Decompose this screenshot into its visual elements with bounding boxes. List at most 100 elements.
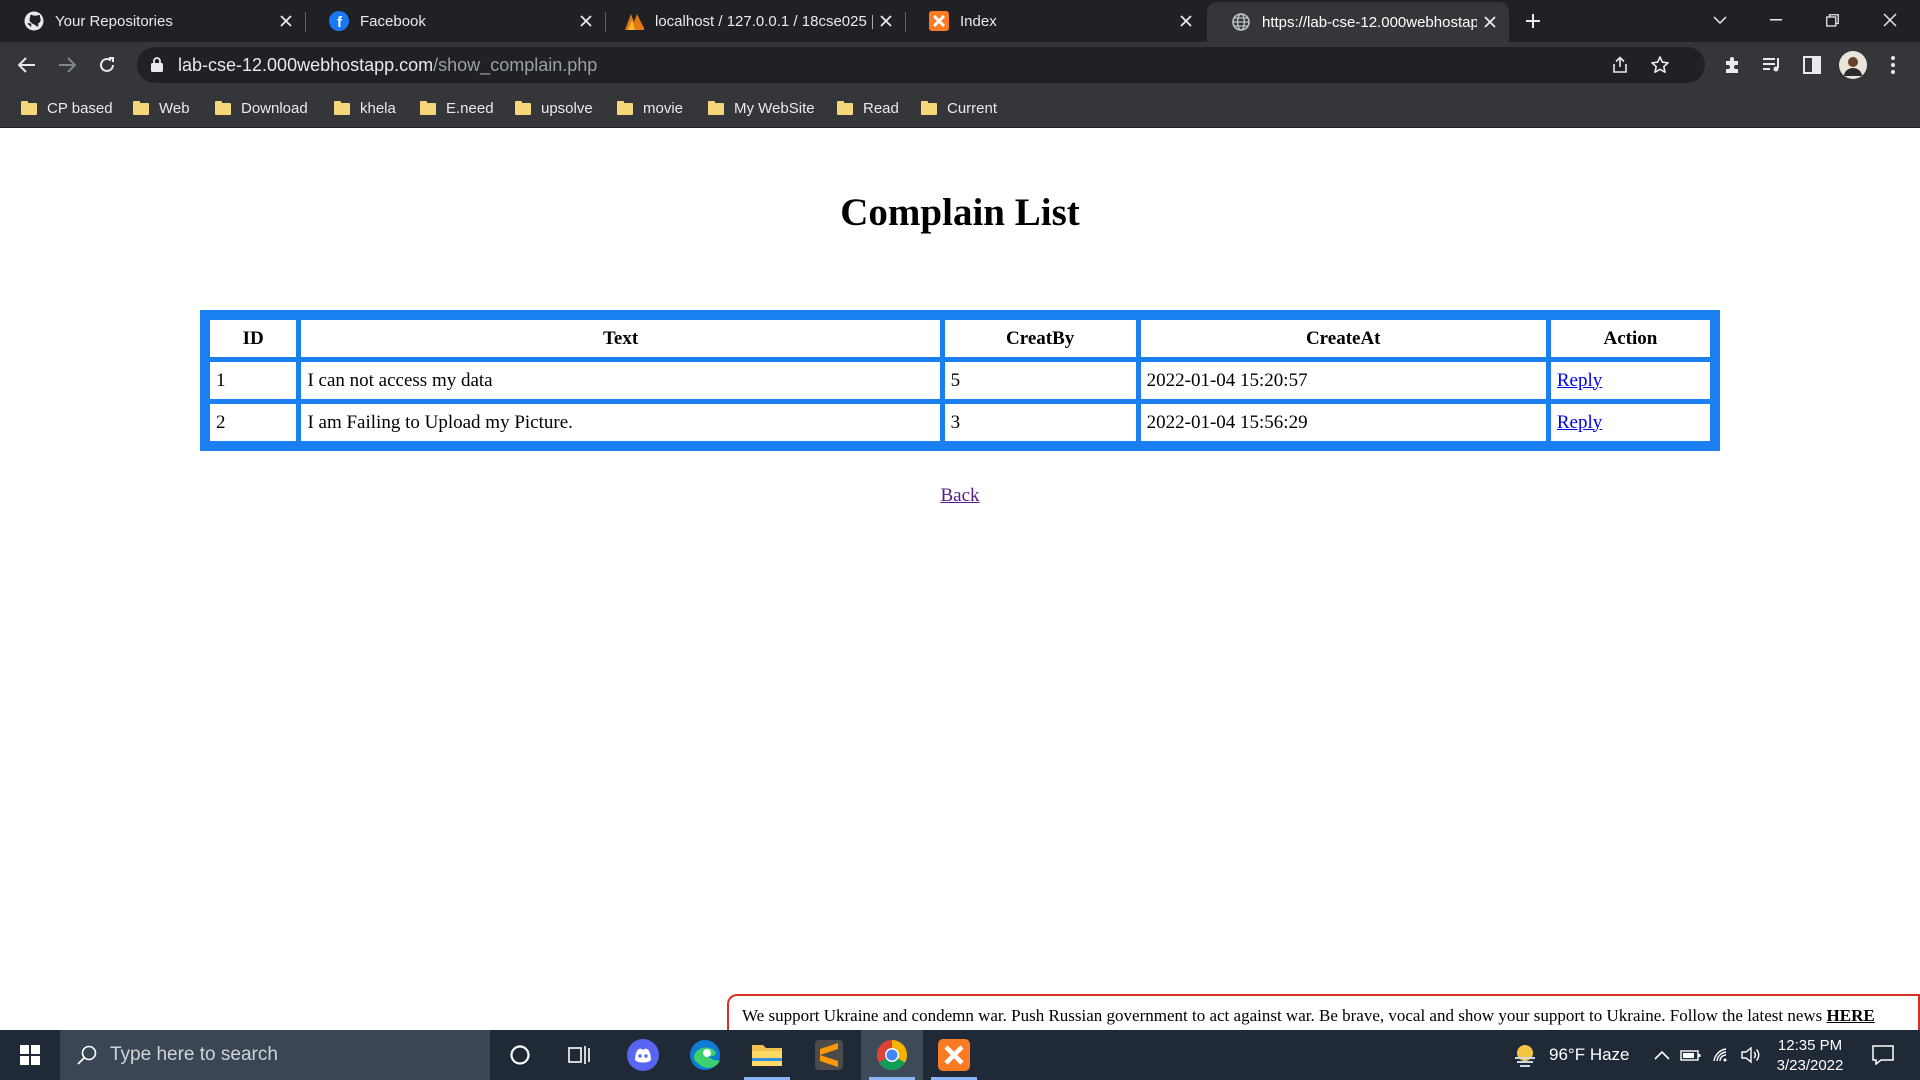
wifi-icon[interactable] — [1712, 1047, 1732, 1063]
address-bar[interactable]: lab-cse-12.000webhostapp.com/show_compla… — [137, 47, 1705, 83]
phpmyadmin-icon — [624, 11, 644, 31]
file-explorer-app[interactable] — [736, 1030, 798, 1080]
taskbar-clock[interactable]: 12:35 PM 3/23/2022 — [1764, 1036, 1856, 1076]
url-path: /show_complain.php — [433, 55, 598, 75]
avatar[interactable] — [1836, 48, 1870, 82]
battery-icon[interactable] — [1680, 1048, 1702, 1062]
cell-create-at: 2022-01-04 15:56:29 — [1140, 404, 1546, 441]
page-content: Complain List ID Text CreatBy CreateAt A… — [0, 128, 1920, 1030]
sublime-text-icon — [815, 1040, 843, 1070]
weather-widget[interactable]: 96°F Haze — [1512, 1030, 1630, 1080]
taskbar-search-box[interactable]: Type here to search — [60, 1030, 490, 1080]
reload-button[interactable] — [90, 48, 124, 82]
cell-creat-by: 5 — [944, 362, 1136, 399]
close-icon[interactable] — [273, 8, 299, 34]
bookmark-label: CP based — [47, 99, 113, 117]
column-header-id: ID — [210, 320, 297, 357]
close-icon[interactable] — [873, 8, 899, 34]
restore-button[interactable] — [1804, 0, 1860, 40]
close-icon[interactable] — [573, 8, 599, 34]
share-icon[interactable] — [1603, 48, 1637, 82]
bookmark-current[interactable]: Current — [921, 95, 997, 121]
tab-facebook[interactable]: f Facebook — [305, 0, 605, 42]
tab-title: https://lab-cse-12.000webhostapp.com — [1262, 13, 1477, 31]
clock-date: 3/23/2022 — [1776, 1057, 1844, 1074]
close-window-button[interactable] — [1862, 0, 1918, 40]
extensions-icon[interactable] — [1715, 48, 1749, 82]
system-tray — [1654, 1030, 1762, 1080]
lock-icon[interactable] — [151, 57, 163, 77]
tab-index[interactable]: Index — [905, 0, 1205, 42]
arrow-right-icon — [59, 57, 76, 73]
taskbar-search-placeholder: Type here to search — [110, 1044, 278, 1065]
restore-icon — [1825, 13, 1839, 27]
tab-search-button[interactable] — [1692, 0, 1748, 40]
new-tab-button[interactable] — [1518, 6, 1548, 36]
column-header-creat-by: CreatBy — [944, 320, 1136, 357]
bookmark-web[interactable]: Web — [133, 95, 190, 121]
folder-icon — [708, 101, 724, 115]
bookmark-cp-based[interactable]: CP based — [21, 95, 113, 121]
side-panel-icon[interactable] — [1795, 48, 1829, 82]
column-header-create-at: CreateAt — [1140, 320, 1546, 357]
volume-icon[interactable] — [1740, 1046, 1762, 1064]
bookmark-eneed[interactable]: E.need — [420, 95, 494, 121]
forward-button[interactable] — [50, 48, 84, 82]
back-button[interactable] — [10, 48, 44, 82]
more-menu-icon[interactable] — [1876, 48, 1910, 82]
notifications-button[interactable] — [1858, 1030, 1908, 1080]
close-icon[interactable] — [1173, 8, 1199, 34]
reply-link[interactable]: Reply — [1557, 412, 1602, 433]
bookmark-my-website[interactable]: My WebSite — [708, 95, 815, 121]
back-link[interactable]: Back — [940, 485, 979, 506]
folder-icon — [420, 101, 436, 115]
edge-app[interactable] — [674, 1030, 736, 1080]
cell-text: I am Failing to Upload my Picture. — [301, 404, 940, 441]
start-button[interactable] — [0, 1030, 60, 1080]
bookmark-movie[interactable]: movie — [617, 95, 683, 121]
cell-id: 2 — [210, 404, 297, 441]
tab-your-repositories[interactable]: Your Repositories — [0, 0, 305, 42]
xampp-icon — [938, 1039, 970, 1071]
bookmark-label: My WebSite — [734, 99, 815, 117]
column-header-text: Text — [301, 320, 940, 357]
tab-phpmyadmin[interactable]: localhost / 127.0.0.1 / 18cse025 | — [600, 0, 905, 42]
media-queue-icon[interactable] — [1755, 48, 1789, 82]
bookmark-label: khela — [360, 99, 396, 117]
weather-haze-icon — [1515, 1045, 1535, 1067]
table-row: 1 I can not access my data 5 2022-01-04 … — [210, 362, 1710, 399]
facebook-icon: f — [329, 11, 349, 31]
folder-icon — [515, 101, 531, 115]
chevron-down-icon — [1713, 16, 1727, 24]
xampp-app[interactable] — [923, 1030, 985, 1080]
chevron-up-icon[interactable] — [1654, 1050, 1670, 1060]
bookmark-download[interactable]: Download — [215, 95, 308, 121]
minimize-button[interactable] — [1748, 0, 1804, 40]
tab-title: localhost / 127.0.0.1 / 18cse025 | — [655, 12, 873, 30]
bookmark-read[interactable]: Read — [837, 95, 899, 121]
chrome-app[interactable] — [861, 1030, 923, 1080]
task-view-button[interactable] — [549, 1030, 611, 1080]
bookmark-upsolve[interactable]: upsolve — [515, 95, 593, 121]
url-host: lab-cse-12.000webhostapp.com — [178, 55, 434, 75]
folder-icon — [617, 101, 633, 115]
discord-app[interactable] — [612, 1030, 674, 1080]
file-explorer-icon — [752, 1045, 782, 1066]
tab-strip: Your Repositories f Facebook localhost /… — [0, 0, 1920, 42]
folder-icon — [21, 101, 37, 115]
cortana-button[interactable] — [489, 1030, 551, 1080]
tab-active-page[interactable]: https://lab-cse-12.000webhostapp.com — [1207, 2, 1509, 42]
banner-here-link[interactable]: HERE — [1827, 1006, 1875, 1025]
table-header-row: ID Text CreatBy CreateAt Action — [210, 320, 1710, 357]
bookmark-khela[interactable]: khela — [334, 95, 396, 121]
sublime-text-app[interactable] — [798, 1030, 860, 1080]
bookmark-star-icon[interactable] — [1643, 48, 1677, 82]
cortana-icon — [510, 1045, 530, 1065]
ukraine-support-banner: We support Ukraine and condemn war. Push… — [727, 994, 1920, 1030]
task-view-icon — [568, 1046, 590, 1064]
reply-link[interactable]: Reply — [1557, 370, 1602, 391]
tab-title: Facebook — [360, 12, 426, 30]
edge-icon — [690, 1040, 720, 1070]
close-icon[interactable] — [1477, 9, 1503, 35]
weather-text: 96°F Haze — [1549, 1045, 1630, 1064]
